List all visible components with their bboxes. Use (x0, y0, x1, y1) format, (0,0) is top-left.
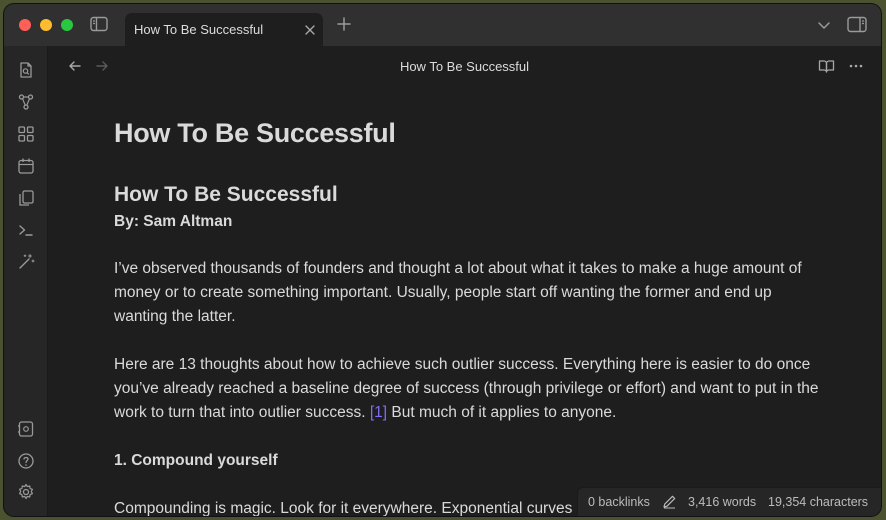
new-tab-icon[interactable] (335, 15, 353, 33)
view-header-title[interactable]: How To Be Successful (48, 59, 881, 74)
note-heading: How To Be Successful (114, 183, 338, 206)
title-bar: How To Be Successful (4, 4, 881, 47)
calendar-icon[interactable] (17, 157, 35, 175)
byline: By: Sam Altman (114, 213, 233, 230)
app-window: How To Be Successful How To Be Successfu… (4, 4, 881, 516)
left-sidebar-toggle-icon[interactable] (90, 16, 108, 32)
chevron-down-icon[interactable] (816, 17, 832, 33)
word-count: 3,416 words (688, 495, 757, 509)
canvas-icon[interactable] (17, 125, 35, 143)
tab-title: How To Be Successful (134, 22, 264, 37)
minimize-window-button[interactable] (40, 19, 52, 31)
close-window-button[interactable] (19, 19, 31, 31)
note-title: How To Be Successful (114, 118, 396, 148)
character-count: 19,354 characters (768, 495, 869, 509)
paragraph-thoughts: Here are 13 thoughts about how to achiev… (114, 353, 824, 425)
terminal-icon[interactable] (17, 221, 35, 239)
status-bar: 0 backlinks 3,416 words 19,354 character… (577, 487, 881, 516)
tab-how-to-be-successful[interactable]: How To Be Successful (125, 13, 323, 47)
pencil-icon[interactable] (662, 494, 677, 509)
paragraph-intro: I’ve observed thousands of founders and … (114, 260, 802, 325)
more-options-icon[interactable] (848, 58, 864, 74)
editor-pane: How To Be Successful How To Be Successfu… (48, 46, 881, 516)
paragraph-thoughts-end: But much of it applies to anyone. (387, 404, 617, 421)
graph-icon[interactable] (17, 93, 35, 111)
note-content[interactable]: How To Be Successful How To Be Successfu… (114, 116, 824, 516)
close-tab-icon[interactable] (303, 23, 317, 37)
zoom-window-button[interactable] (61, 19, 73, 31)
copy-icon[interactable] (17, 189, 35, 207)
footnote-link[interactable]: [1] (370, 404, 387, 421)
help-icon[interactable] (17, 452, 35, 470)
file-search-icon[interactable] (17, 61, 35, 79)
backlinks-count[interactable]: 0 backlinks (588, 495, 650, 509)
vault-icon[interactable] (17, 420, 35, 438)
magic-wand-icon[interactable] (17, 253, 35, 271)
right-sidebar-toggle-icon[interactable] (847, 16, 867, 33)
left-ribbon (4, 46, 48, 516)
settings-icon[interactable] (17, 483, 35, 501)
book-open-icon[interactable] (818, 58, 835, 74)
section-heading-compound-yourself: 1. Compound yourself (114, 452, 278, 469)
